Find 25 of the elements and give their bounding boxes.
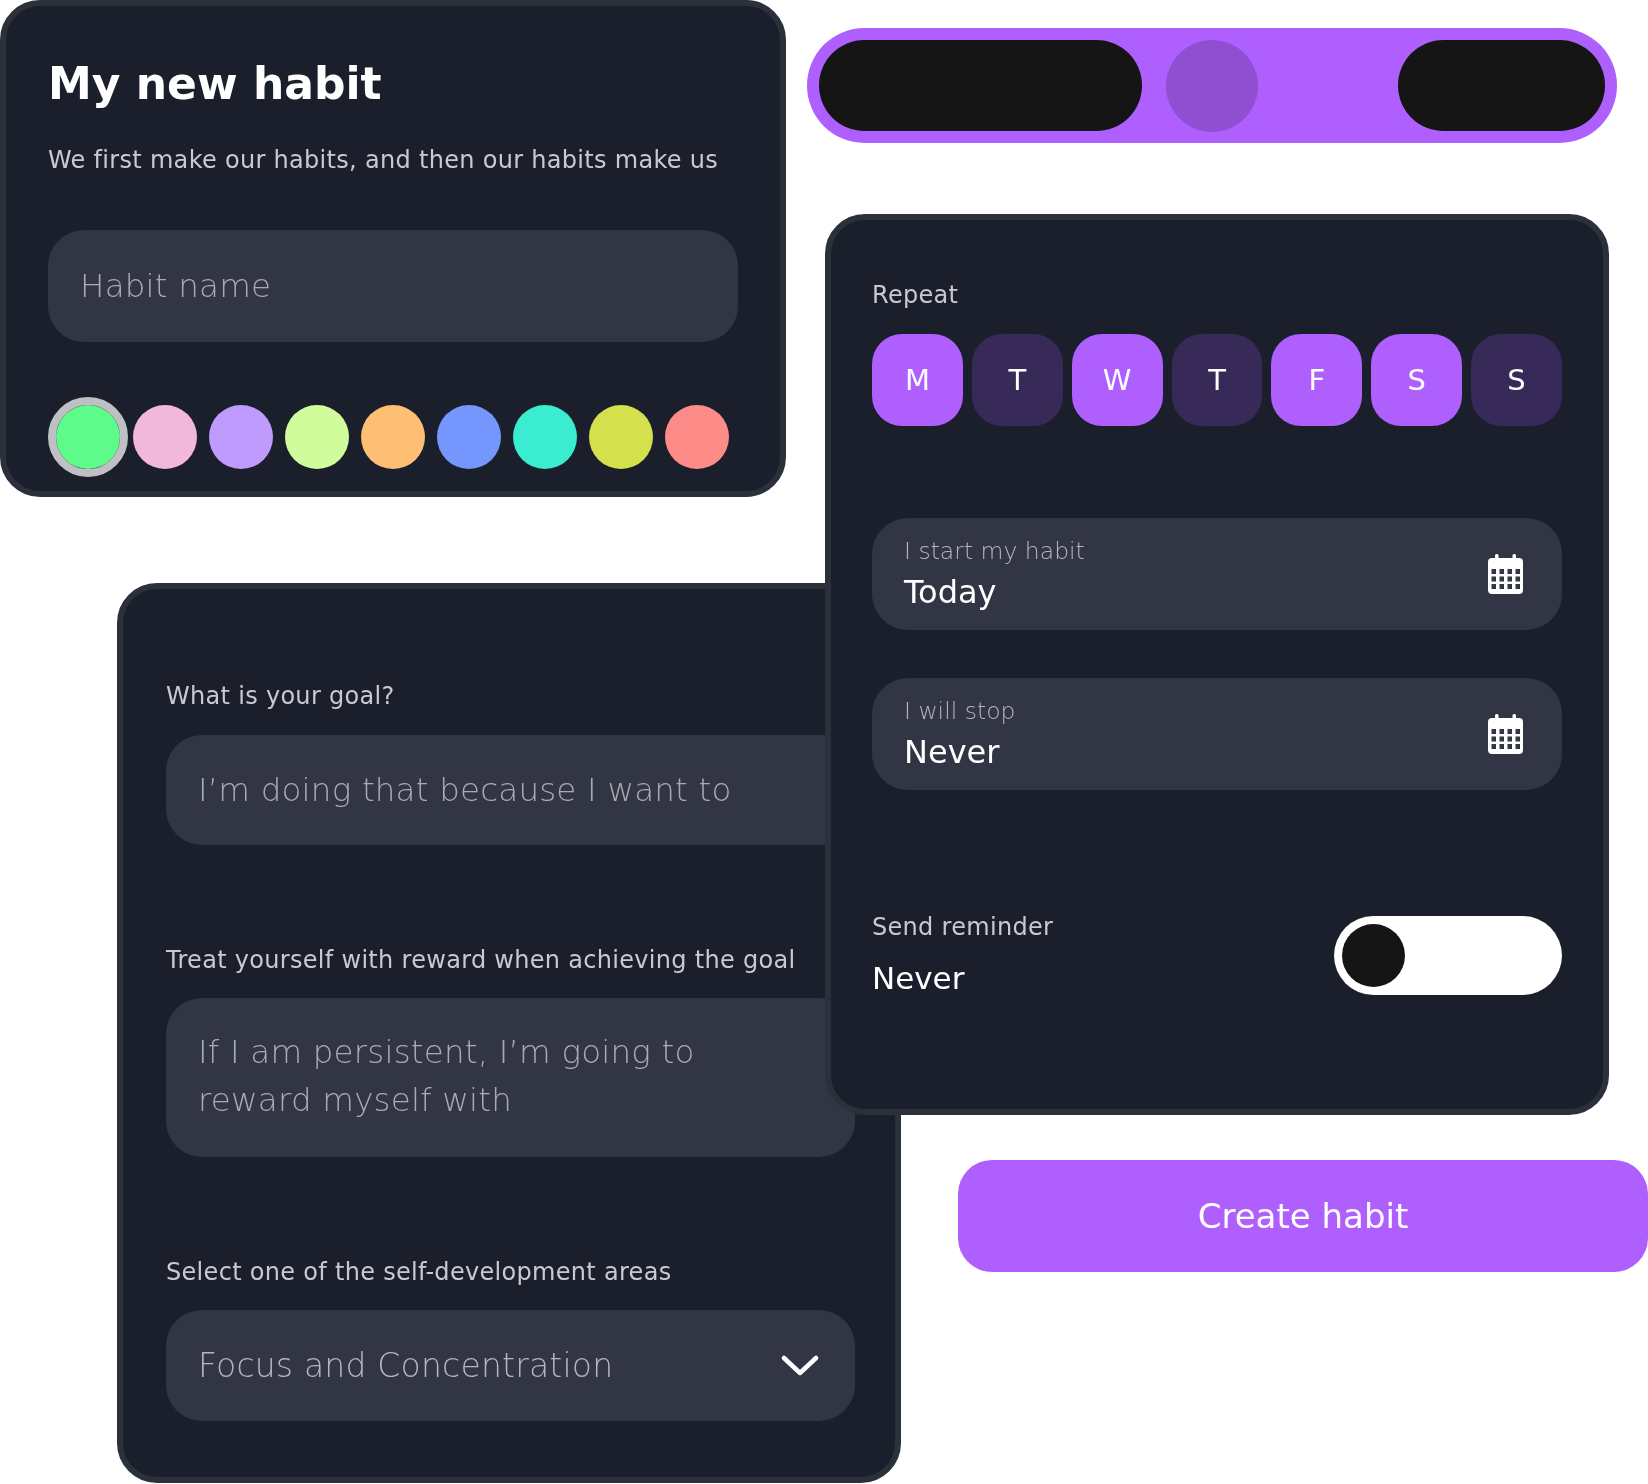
area-select[interactable]: Focus and Concentration [166,1310,855,1421]
reward-label: Treat yourself with reward when achieving the goal [166,946,796,974]
reminder-value: Never [872,959,965,997]
reward-field[interactable]: If I am persistent, I’m going to reward myself with [166,998,855,1157]
start-date-field[interactable]: I start my habit Today [872,518,1562,630]
goal-label: What is your goal? [166,682,395,710]
day-toggle[interactable]: T [971,334,1063,426]
day-toggle[interactable]: S [1471,334,1562,426]
day-toggle[interactable]: S [1371,334,1463,426]
calendar-icon [1488,554,1523,594]
day-toggle[interactable]: F [1271,334,1363,426]
calendar-icon [1488,714,1523,754]
goal-field[interactable]: I’m doing that because I want to [166,735,825,845]
area-label: Select one of the self-development areas [166,1258,672,1286]
subtitle-text: We first make our habits, and then our habits make us [48,146,719,174]
chevron-down-icon [781,1354,819,1377]
stop-date-field[interactable]: I will stop Never [872,678,1562,790]
day-toggle[interactable]: T [1171,334,1263,426]
day-toggle[interactable]: W [1071,334,1163,426]
repeat-label: Repeat [872,281,959,309]
form-title: My new habit [48,57,382,111]
habit-name-field[interactable]: Habit name [48,230,738,342]
create-habit-button[interactable]: Create habit [958,1160,1648,1272]
day-toggle[interactable]: M [872,334,963,426]
reminder-label: Send reminder [872,913,1054,941]
